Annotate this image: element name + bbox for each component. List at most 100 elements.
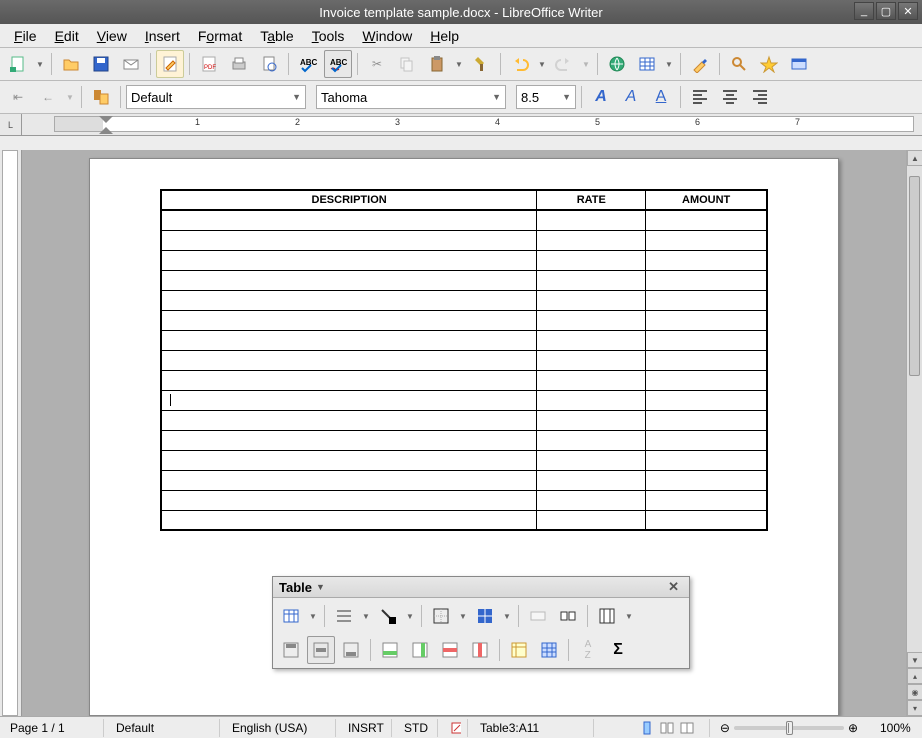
nav-back-button[interactable]: ← [34,83,62,111]
table-row[interactable] [161,330,767,350]
table-cell[interactable] [537,310,646,330]
font-size-combo[interactable]: 8.5 ▼ [516,85,576,109]
table-cell[interactable] [537,270,646,290]
horizontal-ruler[interactable]: 1 2 3 4 5 6 7 [22,114,922,136]
optimize-button[interactable] [593,602,621,630]
menu-window[interactable]: Window [354,26,420,46]
table-cell[interactable] [161,370,537,390]
table-cell[interactable] [646,210,767,230]
insert-column-button[interactable] [406,636,434,664]
underline-button[interactable]: A [647,83,675,111]
table-cell[interactable] [161,490,537,510]
paragraph-style-combo[interactable]: Default ▼ [126,85,306,109]
hyperlink-button[interactable] [603,50,631,78]
table-cell[interactable] [646,490,767,510]
table-cell[interactable] [161,510,537,530]
autospellcheck-button[interactable]: ABC [324,50,352,78]
status-cell-ref[interactable]: Table3:A11 [474,719,594,737]
italic-button[interactable]: A [617,83,645,111]
table-cell[interactable] [161,390,537,410]
table-row[interactable] [161,310,767,330]
window-maximize-button[interactable]: ▢ [876,2,896,20]
delete-row-button[interactable] [436,636,464,664]
table-row[interactable] [161,290,767,310]
header-description[interactable]: DESCRIPTION [161,190,537,210]
table-cell[interactable] [161,410,537,430]
bgcolor-dropdown[interactable]: ▼ [501,602,513,630]
table-row[interactable] [161,470,767,490]
table-cell[interactable] [161,290,537,310]
font-name-arrow-icon[interactable]: ▼ [492,92,501,102]
undo-button[interactable] [506,50,534,78]
table-cell[interactable] [161,250,537,270]
styles-button[interactable] [87,83,115,111]
save-button[interactable] [87,50,115,78]
align-right-button[interactable] [746,83,774,111]
table-cell[interactable] [161,450,537,470]
table-toolbar-close-button[interactable]: ✕ [664,579,683,595]
format-paintbrush-button[interactable] [467,50,495,78]
redo-dropdown[interactable]: ▼ [580,50,592,78]
table-row[interactable] [161,270,767,290]
table-cell[interactable] [646,430,767,450]
menu-help[interactable]: Help [422,26,467,46]
zoom-out-button[interactable]: ⊖ [716,721,734,735]
view-single-page-button[interactable] [637,719,657,737]
table-row[interactable] [161,350,767,370]
print-preview-button[interactable] [255,50,283,78]
menu-view[interactable]: View [89,26,135,46]
insert-table-button[interactable] [633,50,661,78]
table-cell[interactable] [537,470,646,490]
view-multi-page-button[interactable] [657,719,677,737]
edit-file-button[interactable] [156,50,184,78]
line-style-button[interactable] [330,602,358,630]
borders-dropdown[interactable]: ▼ [457,602,469,630]
undo-dropdown[interactable]: ▼ [536,50,548,78]
scroll-up-button[interactable]: ▲ [907,150,922,166]
table-row[interactable] [161,210,767,230]
paste-dropdown[interactable]: ▼ [453,50,465,78]
status-insert-mode[interactable]: INSRT [342,719,392,737]
table-row[interactable] [161,430,767,450]
open-button[interactable] [57,50,85,78]
table-cell[interactable] [537,430,646,450]
align-left-button[interactable] [686,83,714,111]
table-cell[interactable] [537,230,646,250]
print-button[interactable] [225,50,253,78]
table-cell[interactable] [537,450,646,470]
font-name-combo[interactable]: Tahoma ▼ [316,85,506,109]
status-language[interactable]: English (USA) [226,719,336,737]
table-cell[interactable] [161,310,537,330]
table-row[interactable] [161,410,767,430]
bgcolor-button[interactable] [471,602,499,630]
header-amount[interactable]: AMOUNT [646,190,767,210]
window-minimize-button[interactable]: _ [854,2,874,20]
table-row[interactable] [161,250,767,270]
copy-button[interactable] [393,50,421,78]
nav-first-button[interactable]: ⇤ [4,83,32,111]
valign-top-button[interactable] [277,636,305,664]
delete-column-button[interactable] [466,636,494,664]
menu-table[interactable]: Table [252,26,301,46]
spellcheck-button[interactable]: ABC [294,50,322,78]
table-row[interactable] [161,230,767,250]
nav-target-button[interactable]: ◉ [907,684,922,700]
table-row[interactable] [161,510,767,530]
table-cell[interactable] [646,290,767,310]
table-new-button[interactable] [277,602,305,630]
line-style-dropdown[interactable]: ▼ [360,602,372,630]
menu-edit[interactable]: Edit [47,26,87,46]
menu-format[interactable]: Format [190,26,250,46]
table-cell[interactable] [537,370,646,390]
table-cell[interactable] [646,250,767,270]
table-cell[interactable] [537,410,646,430]
table-cell[interactable] [646,410,767,430]
table-toolbar-collapse-icon[interactable]: ▼ [312,582,329,592]
menu-tools[interactable]: Tools [304,26,353,46]
table-toolbar-titlebar[interactable]: Table ▼ ✕ [273,577,689,598]
table-cell[interactable] [161,210,537,230]
font-size-arrow-icon[interactable]: ▼ [562,92,571,102]
redo-button[interactable] [550,50,578,78]
table-cell[interactable] [646,350,767,370]
table-cell[interactable] [161,230,537,250]
